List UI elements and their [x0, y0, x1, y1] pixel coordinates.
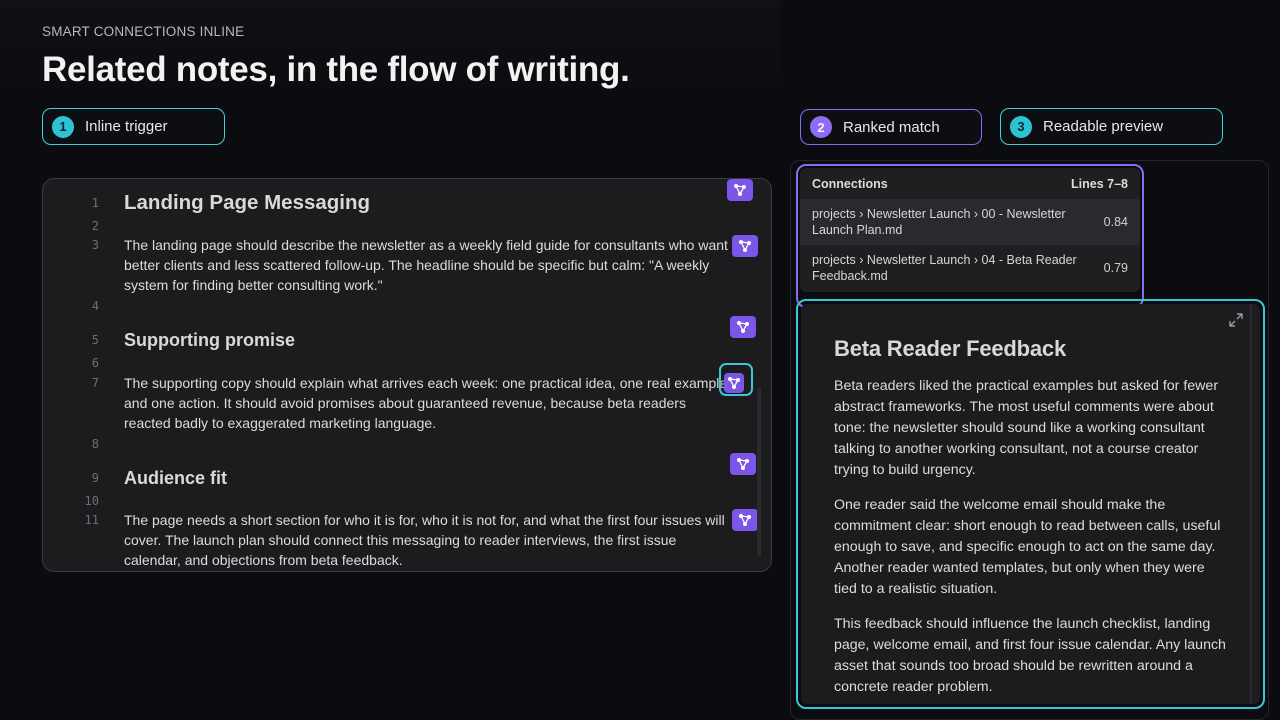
- connections-button[interactable]: [732, 235, 758, 257]
- connections-button[interactable]: [730, 316, 756, 338]
- note-editor[interactable]: 1 Landing Page Messaging 2 3 The landing…: [42, 178, 772, 572]
- step-number: 3: [1010, 115, 1032, 138]
- line-number: 8: [91, 437, 99, 451]
- line-number: 6: [91, 356, 99, 370]
- line-number: 11: [84, 513, 99, 527]
- step-label: Inline trigger: [85, 118, 168, 135]
- graph-nodes-icon: [737, 458, 749, 470]
- line-number: 5: [91, 333, 99, 347]
- line-number: 10: [84, 494, 99, 508]
- line-number: 4: [91, 299, 99, 313]
- graph-nodes-icon: [739, 240, 751, 252]
- step-ranked-match: 2 Ranked match: [800, 109, 982, 145]
- graph-nodes-icon: [734, 184, 746, 196]
- connections-button[interactable]: [732, 509, 758, 531]
- graph-nodes-icon: [737, 321, 749, 333]
- graph-nodes-icon: [728, 377, 740, 389]
- step-label: Ranked match: [843, 118, 940, 136]
- step-label: Readable preview: [1043, 118, 1164, 135]
- heading-landing-page-messaging[interactable]: Landing Page Messaging: [124, 190, 736, 216]
- line-number: 2: [91, 219, 99, 233]
- paragraph-text[interactable]: The landing page should describe the new…: [124, 235, 736, 295]
- graph-nodes-icon: [739, 514, 751, 526]
- paragraph-text[interactable]: The supporting copy should explain what …: [124, 373, 736, 433]
- step-number: 2: [810, 116, 832, 138]
- paragraph-text[interactable]: The page needs a short section for who i…: [124, 510, 736, 570]
- connections-button[interactable]: [727, 179, 753, 201]
- line-number: 1: [91, 196, 99, 210]
- editor-scrollbar[interactable]: [757, 387, 761, 557]
- step-readable-preview: 3 Readable preview: [1000, 108, 1223, 145]
- line-number: 3: [91, 238, 99, 252]
- ranked-match-highlight: [796, 164, 1144, 308]
- heading-audience-fit[interactable]: Audience fit: [124, 465, 736, 491]
- step-inline-trigger: 1 Inline trigger: [42, 108, 225, 145]
- readable-preview-highlight: [796, 299, 1265, 709]
- line-number: 9: [91, 471, 99, 485]
- connections-button[interactable]: [730, 453, 756, 475]
- heading-supporting-promise[interactable]: Supporting promise: [124, 327, 736, 353]
- page-title: Related notes, in the flow of writing.: [42, 50, 630, 89]
- eyebrow-label: SMART CONNECTIONS INLINE: [42, 24, 245, 39]
- connections-button-active[interactable]: [724, 373, 744, 393]
- line-number: 7: [91, 376, 99, 390]
- step-number: 1: [52, 115, 74, 138]
